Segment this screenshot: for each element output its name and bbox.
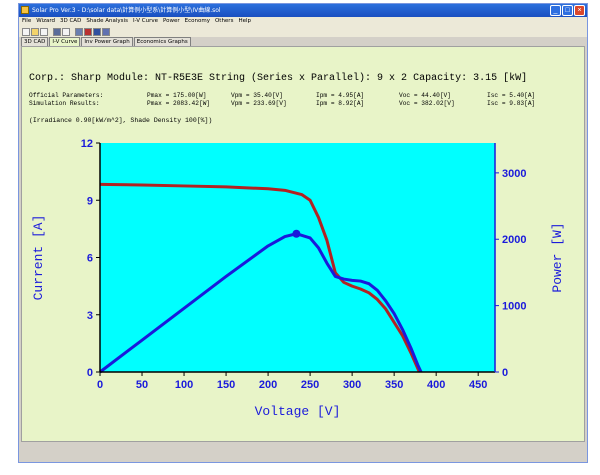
y-axis-title: Current [A]: [31, 215, 46, 301]
tab-strip: 3D CAD I-V Curve Inv Power Graph Economi…: [19, 37, 587, 46]
menu-file[interactable]: File: [22, 17, 31, 26]
tab-3d-cad[interactable]: 3D CAD: [21, 37, 49, 46]
y2-tick-label: 1000: [502, 301, 526, 313]
minimize-button[interactable]: _: [550, 5, 561, 16]
print-icon[interactable]: [62, 27, 70, 36]
x-tick-label: 100: [175, 379, 193, 391]
settings-icon[interactable]: [93, 27, 101, 36]
x-tick-label: 0: [97, 379, 103, 391]
menu-help[interactable]: Help: [238, 17, 251, 26]
save-icon[interactable]: [53, 27, 61, 36]
x-tick-label: 450: [469, 379, 487, 391]
x-tick-label: 300: [343, 379, 361, 391]
tab-iv-curve[interactable]: I-V Curve: [49, 37, 81, 46]
delete-icon[interactable]: [40, 27, 48, 36]
menu-others[interactable]: Others: [215, 17, 233, 26]
y2-tick-label: 3000: [502, 168, 526, 180]
y-tick-label: 6: [87, 253, 93, 265]
status-bar: [19, 444, 587, 462]
image-icon[interactable]: [75, 27, 83, 36]
iv-curve-panel: Corp.: Sharp Module: NT-R5E3E String (Se…: [21, 46, 585, 442]
x-tick-label: 50: [136, 379, 148, 391]
tab-economics-graphs[interactable]: Economics Graphs: [133, 37, 191, 46]
y2-tick-label: 0: [502, 367, 508, 379]
x-tick-label: 250: [301, 379, 319, 391]
toolbar: [19, 26, 587, 37]
x-tick-label: 200: [259, 379, 277, 391]
window-title: Solar Pro Ver.3 - D:\solar data\計算例小型系\計…: [32, 7, 221, 14]
app-window: Solar Pro Ver.3 - D:\solar data\計算例小型系\計…: [18, 3, 588, 463]
menu-3d-cad[interactable]: 3D CAD: [60, 17, 81, 26]
x-tick-label: 350: [385, 379, 403, 391]
y-tick-label: 3: [87, 310, 93, 322]
info-icon[interactable]: [102, 27, 110, 36]
y2-axis-title: Power [W]: [550, 222, 565, 292]
tab-inv-power-graph[interactable]: Inv Power Graph: [81, 37, 133, 46]
x-axis-title: Voltage [V]: [255, 404, 341, 419]
max-power-point: [292, 229, 301, 238]
menu-shade-analysis[interactable]: Shade Analysis: [86, 17, 128, 26]
new-file-icon[interactable]: [22, 27, 30, 36]
menu-iv-curve[interactable]: I-V Curve: [133, 17, 158, 26]
app-icon: [21, 6, 29, 14]
chart-icon[interactable]: [84, 27, 92, 36]
title-bar[interactable]: Solar Pro Ver.3 - D:\solar data\計算例小型系\計…: [19, 4, 587, 17]
y-tick-label: 0: [87, 367, 93, 379]
maximize-button[interactable]: □: [562, 5, 573, 16]
y-tick-label: 9: [87, 195, 93, 207]
y-tick-label: 12: [81, 138, 93, 150]
y2-tick-label: 2000: [502, 234, 526, 246]
open-folder-icon[interactable]: [31, 27, 39, 36]
menu-power[interactable]: Power: [163, 17, 180, 26]
close-button[interactable]: ×: [574, 5, 585, 16]
menu-bar: File Wizard 3D CAD Shade Analysis I-V Cu…: [19, 17, 587, 26]
menu-wizard[interactable]: Wizard: [36, 17, 55, 26]
menu-economy[interactable]: Economy: [185, 17, 210, 26]
iv-curve-chart: 0 50 100 150 200 250 300 350 400 450 0 3 6 9 12 0 1000…: [31, 138, 565, 419]
x-tick-label: 150: [217, 379, 235, 391]
x-tick-label: 400: [427, 379, 445, 391]
plot-area: [100, 143, 495, 372]
